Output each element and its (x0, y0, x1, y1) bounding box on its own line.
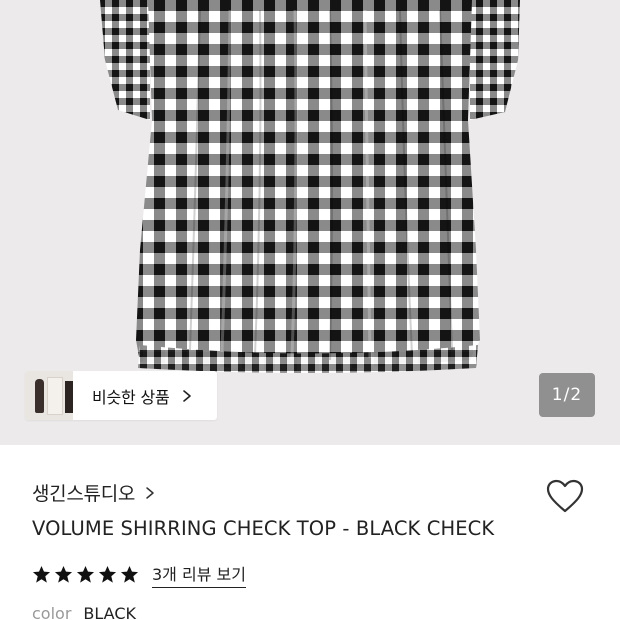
color-option: color BLACK (32, 604, 136, 620)
total-pages: 2 (570, 385, 583, 405)
image-page-counter: 1 / 2 (539, 373, 595, 417)
similar-product-thumbnail (25, 371, 73, 420)
star-filled-icon (120, 565, 139, 583)
brand-link[interactable]: 생긴스튜디오 (32, 479, 156, 506)
chevron-right-icon (146, 486, 154, 499)
wishlist-button[interactable] (545, 478, 585, 514)
option-value: BLACK (83, 604, 136, 620)
heart-outline-icon (546, 479, 584, 513)
brand-name: 생긴스튜디오 (32, 483, 136, 505)
similar-products-label: 비슷한 상품 (92, 387, 170, 407)
rating-stars (32, 565, 142, 584)
page-separator: / (563, 385, 571, 405)
option-label: color (32, 604, 72, 620)
view-reviews-link[interactable]: 3개 리뷰 보기 (152, 561, 246, 588)
similar-products-button[interactable]: 비슷한 상품 (25, 371, 217, 420)
star-filled-icon (98, 565, 117, 583)
chevron-right-icon (182, 389, 191, 402)
star-filled-icon (32, 565, 51, 583)
current-page: 1 (551, 385, 564, 405)
rating-row: 3개 리뷰 보기 (32, 561, 246, 588)
star-filled-icon (54, 565, 73, 583)
product-image-gallery[interactable]: 비슷한 상품 1 / 2 (0, 0, 620, 445)
star-filled-icon (76, 565, 95, 583)
product-title: VOLUME SHIRRING CHECK TOP - BLACK CHECK (32, 517, 495, 540)
